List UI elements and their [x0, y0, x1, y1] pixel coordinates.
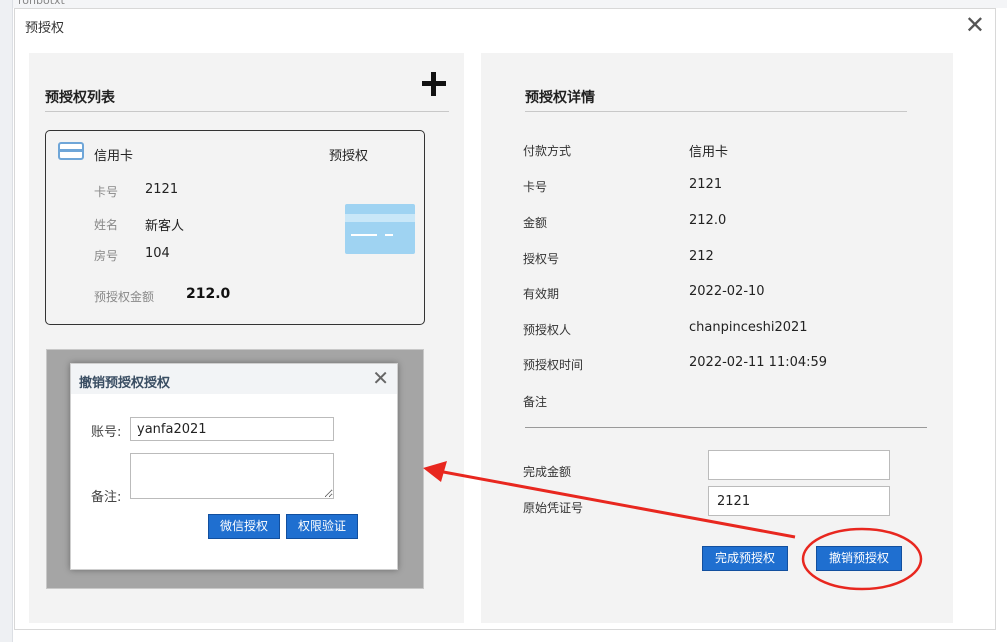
preauth-list-title: 预授权列表	[45, 90, 115, 106]
complete-amount-input[interactable]	[708, 450, 890, 480]
card-number-value: 2121	[145, 182, 179, 197]
detail-preauth-person-label: 预授权人	[523, 323, 572, 337]
detail-auth-number-label: 授权号	[523, 252, 560, 266]
popup-remark-label: 备注:	[91, 490, 122, 505]
detail-payment-method-value: 信用卡	[689, 145, 729, 160]
popup-account-input[interactable]	[130, 417, 334, 441]
original-voucher-input[interactable]	[708, 486, 890, 516]
detail-amount-value: 212.0	[689, 213, 727, 228]
detail-preauth-time-value: 2022-02-11 11:04:59	[689, 355, 828, 370]
dialog-close-icon[interactable]: ✕	[965, 13, 985, 37]
detail-expiry-label: 有效期	[523, 287, 560, 301]
preauth-detail-title: 预授权详情	[525, 90, 595, 106]
credit-card-illustration	[345, 204, 415, 254]
room-number-value: 104	[145, 246, 170, 261]
preauth-amount-value: 212.0	[186, 286, 231, 302]
detail-card-number-label: 卡号	[523, 180, 548, 194]
guest-name-value: 新客人	[145, 219, 185, 234]
cancel-preauth-button[interactable]: 撤销预授权	[816, 546, 902, 571]
popup-account-label: 账号:	[91, 425, 122, 440]
background-left-strip	[0, 0, 13, 642]
detail-preauth-person-value: chanpinceshi2021	[689, 320, 808, 335]
card-number-label: 卡号	[94, 185, 119, 199]
popup-header: 撤销预授权授权 ✕	[71, 364, 397, 394]
popup-close-icon[interactable]: ✕	[372, 366, 389, 390]
original-voucher-label: 原始凭证号	[523, 501, 584, 515]
list-divider	[45, 111, 449, 112]
complete-preauth-button[interactable]: 完成预授权	[702, 546, 788, 571]
cancel-auth-popup: 撤销预授权授权 ✕ 账号: 备注: 微信授权 权限验证	[70, 363, 398, 570]
background-top-bar: ronbotxt	[0, 0, 1007, 8]
dialog-title: 预授权	[25, 21, 65, 36]
permission-verify-button[interactable]: 权限验证	[286, 514, 358, 539]
background-top-text: ronbotxt	[18, 0, 65, 7]
popup-title: 撤销预授权授权	[79, 376, 171, 391]
card-kind: 预授权	[329, 149, 369, 164]
card-payment-type: 信用卡	[94, 149, 134, 164]
preauth-amount-label: 预授权金额	[94, 290, 155, 304]
detail-amount-label: 金额	[523, 216, 548, 230]
form-divider	[525, 427, 927, 428]
guest-name-label: 姓名	[94, 218, 119, 232]
detail-payment-method-label: 付款方式	[523, 144, 572, 158]
credit-card-icon	[58, 142, 84, 160]
add-preauth-plus-icon[interactable]	[422, 72, 446, 96]
detail-auth-number-value: 212	[689, 249, 714, 264]
preauth-card[interactable]: 信用卡 预授权 卡号 2121 姓名 新客人 房号 104 预授权金额 212.…	[45, 130, 425, 325]
detail-remark-label: 备注	[523, 395, 548, 409]
detail-preauth-time-label: 预授权时间	[523, 358, 584, 372]
room-number-label: 房号	[94, 249, 119, 263]
detail-divider	[525, 111, 907, 112]
wechat-auth-button[interactable]: 微信授权	[208, 514, 280, 539]
detail-expiry-value: 2022-02-10	[689, 284, 765, 299]
complete-amount-label: 完成金额	[523, 465, 572, 479]
preauth-detail-panel: 预授权详情 付款方式 信用卡 卡号 2121 金额 212.0 授权号 212 …	[481, 53, 953, 623]
popup-remark-textarea[interactable]	[130, 453, 334, 499]
detail-card-number-value: 2121	[689, 177, 723, 192]
